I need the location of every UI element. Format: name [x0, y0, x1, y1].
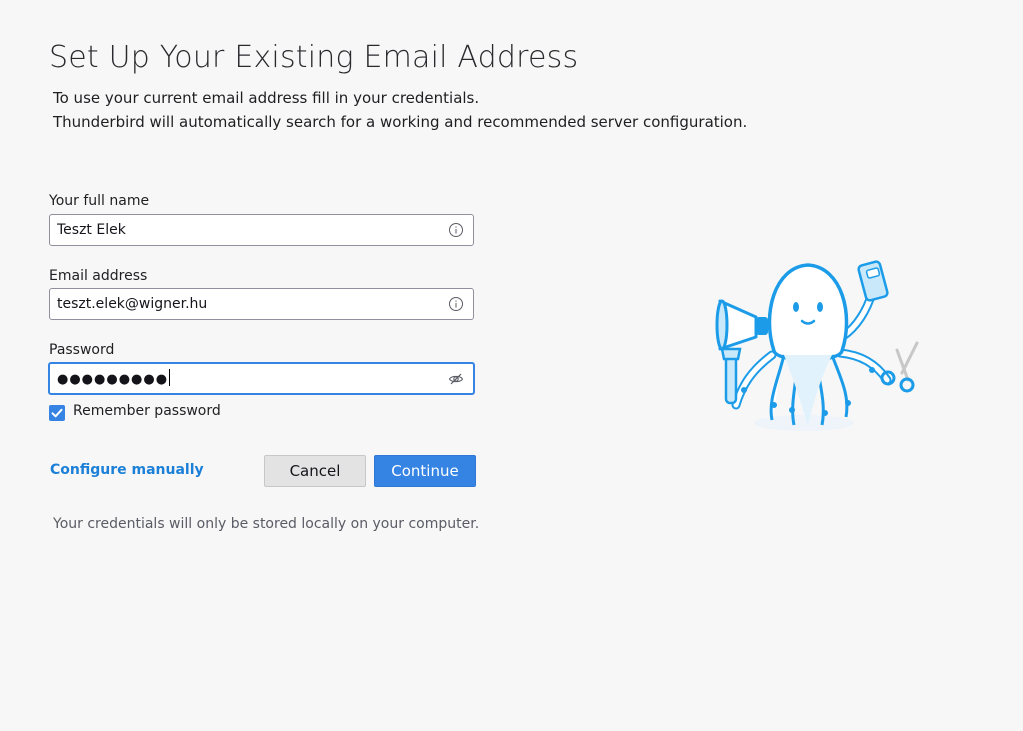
device-icon	[857, 260, 889, 302]
fullname-input[interactable]	[57, 215, 437, 245]
cancel-button[interactable]: Cancel	[264, 455, 366, 487]
octopus-mascot-illustration	[715, 260, 919, 431]
info-icon[interactable]	[448, 296, 464, 312]
password-masked-value: ●●●●●●●●●	[57, 369, 171, 389]
description-line-2: Thunderbird will automatically search fo…	[53, 113, 748, 131]
checkmark-icon	[51, 408, 63, 418]
remember-password-checkbox[interactable]	[49, 405, 65, 421]
configure-manually-link[interactable]: Configure manually	[50, 462, 204, 478]
email-label: Email address	[49, 268, 148, 284]
password-input[interactable]: ●●●●●●●●●	[48, 362, 475, 395]
fullname-field-box	[49, 214, 474, 246]
info-icon[interactable]	[448, 222, 464, 238]
description-line-1: To use your current email address fill i…	[53, 89, 480, 107]
page-title: Set Up Your Existing Email Address	[49, 40, 579, 75]
text-caret	[169, 369, 171, 386]
email-input[interactable]	[57, 289, 437, 319]
continue-button[interactable]: Continue	[374, 455, 476, 487]
fullname-label: Your full name	[49, 193, 150, 209]
email-field-box	[49, 288, 474, 320]
password-label: Password	[49, 342, 115, 358]
credentials-note: Your credentials will only be stored loc…	[53, 516, 480, 532]
eye-slash-icon[interactable]	[448, 371, 464, 387]
scissors-icon	[880, 341, 919, 393]
remember-password-label[interactable]: Remember password	[73, 403, 221, 419]
megaphone-icon	[715, 299, 768, 351]
